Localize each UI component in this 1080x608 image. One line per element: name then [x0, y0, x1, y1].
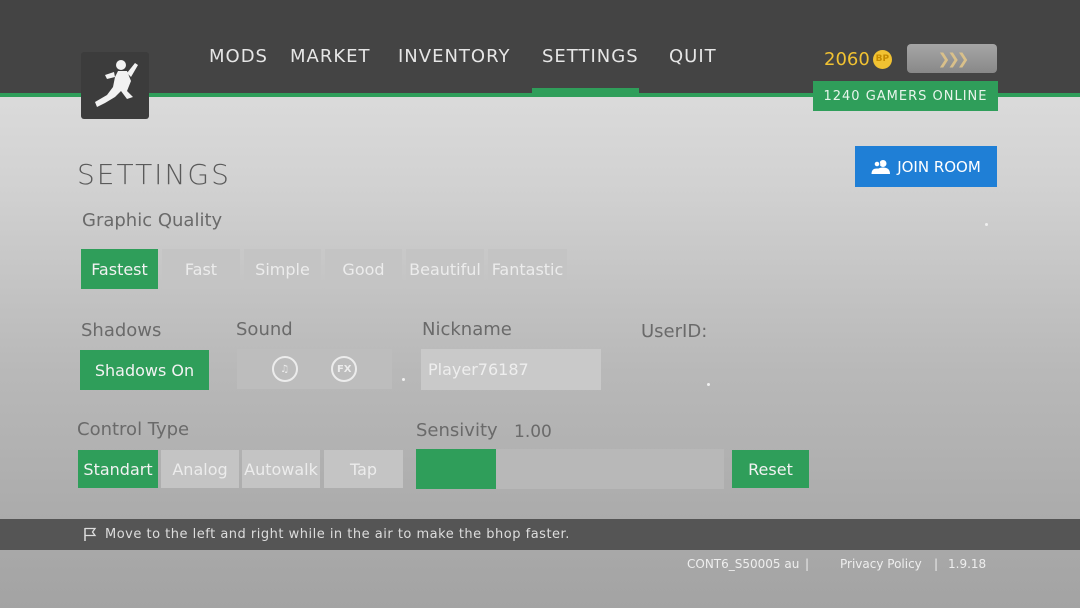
footer-separator: | [805, 557, 810, 571]
nav-active-indicator [532, 88, 639, 94]
rank-chevrons-icon: ❯❯❯ [937, 49, 970, 68]
quality-beautiful-button[interactable]: Beautiful [406, 249, 484, 289]
nav-market[interactable]: MARKET [290, 46, 371, 72]
control-standart-button[interactable]: Standart [78, 450, 158, 488]
decorative-dot [402, 378, 405, 381]
coin-balance: 2060 BP [824, 47, 892, 71]
quality-simple-button[interactable]: Simple [244, 249, 321, 289]
control-tap-button[interactable]: Tap [324, 450, 403, 488]
nav-inventory[interactable]: INVENTORY [398, 46, 510, 72]
build-id: CONT6_S50005 au [687, 557, 800, 571]
footer-separator: | [934, 557, 939, 571]
decorative-dot [707, 383, 710, 386]
sensitivity-reset-button[interactable]: Reset [732, 450, 809, 488]
sensitivity-slider[interactable] [416, 449, 724, 489]
sensitivity-label: Sensivity [416, 420, 498, 441]
nav-mods[interactable]: MODS [209, 46, 268, 72]
coin-icon: BP [872, 49, 892, 69]
graphic-quality-label: Graphic Quality [82, 210, 223, 231]
nav-settings[interactable]: SETTINGS [542, 46, 639, 72]
control-analog-button[interactable]: Analog [161, 450, 239, 488]
quality-fantastic-button[interactable]: Fantastic [488, 249, 567, 289]
coin-count: 2060 [824, 48, 870, 70]
join-room-button[interactable]: JOIN ROOM [855, 146, 997, 187]
page-title: SETTINGS [77, 158, 231, 191]
sensitivity-slider-fill [416, 449, 496, 489]
music-toggle-icon[interactable]: ♫ [271, 356, 298, 382]
sound-label: Sound [236, 319, 293, 340]
privacy-policy-link[interactable]: Privacy Policy [840, 557, 922, 571]
nickname-input[interactable] [421, 349, 601, 390]
version-label: 1.9.18 [948, 557, 987, 571]
nickname-label: Nickname [422, 319, 512, 340]
quality-good-button[interactable]: Good [325, 249, 402, 289]
control-type-label: Control Type [77, 419, 190, 440]
tip-text: Move to the left and right while in the … [105, 527, 570, 542]
quality-fast-button[interactable]: Fast [162, 249, 240, 289]
flag-icon [84, 527, 97, 541]
jumping-soldier-icon [95, 59, 138, 107]
join-room-label: JOIN ROOM [897, 157, 981, 176]
quality-fastest-button[interactable]: Fastest [81, 249, 158, 289]
tip-bar: Move to the left and right while in the … [0, 519, 1080, 550]
control-autowalk-button[interactable]: Autowalk [242, 450, 320, 488]
shadows-toggle-button[interactable]: Shadows On [80, 350, 209, 390]
fx-toggle-icon[interactable]: FX [331, 356, 358, 382]
shadows-label: Shadows [81, 320, 162, 341]
rank-badge[interactable]: ❯❯❯ [907, 44, 997, 73]
userid-label: UserID: [641, 321, 708, 342]
sound-controls: ♫ FX [237, 349, 392, 389]
online-count-badge: 1240 GAMERS ONLINE [813, 81, 998, 111]
nav-quit[interactable]: QUIT [669, 46, 717, 72]
sensitivity-value: 1.00 [514, 422, 552, 442]
game-logo [81, 52, 149, 119]
decorative-dot [985, 223, 988, 226]
users-icon [871, 159, 891, 174]
